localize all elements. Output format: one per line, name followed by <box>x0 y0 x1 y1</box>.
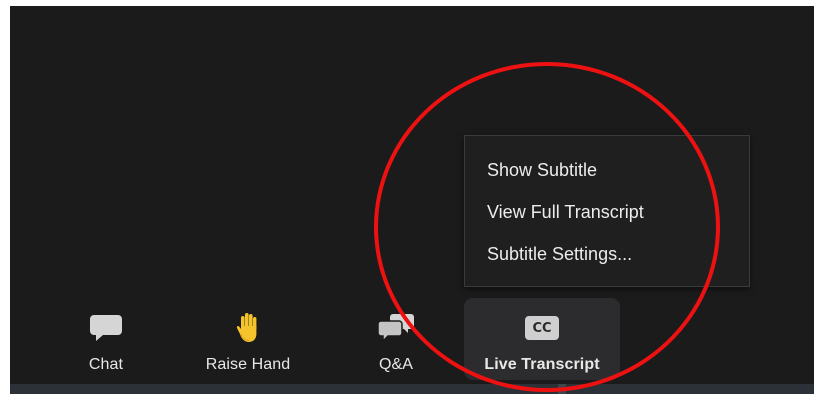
menu-item-subtitle-settings[interactable]: Subtitle Settings... <box>487 244 632 265</box>
cc-icon: CC <box>525 308 559 348</box>
raise-hand-label: Raise Hand <box>205 356 291 373</box>
live-transcript-button[interactable]: CC Live Transcript <box>464 298 620 380</box>
menu-item-view-full-transcript[interactable]: View Full Transcript <box>487 202 644 223</box>
chat-button[interactable]: Chat <box>66 298 146 380</box>
bottom-strip-segment <box>558 384 566 394</box>
raised-hand-icon <box>235 308 261 348</box>
raise-hand-button[interactable]: Raise Hand <box>192 298 304 380</box>
cc-icon-text: CC <box>525 316 559 340</box>
chat-bubble-icon <box>89 308 123 348</box>
qa-button[interactable]: Q&A <box>360 298 432 380</box>
bottom-strip <box>10 384 814 394</box>
live-transcript-menu: Show Subtitle View Full Transcript Subti… <box>464 135 750 287</box>
menu-item-show-subtitle[interactable]: Show Subtitle <box>487 160 597 181</box>
live-transcript-label: Live Transcript <box>484 356 600 373</box>
qa-bubbles-icon <box>377 308 415 348</box>
qa-label: Q&A <box>378 356 414 373</box>
meeting-window: Chat Raise Hand Q&A CC Live Transcript S… <box>10 6 814 394</box>
chat-label: Chat <box>88 356 124 373</box>
